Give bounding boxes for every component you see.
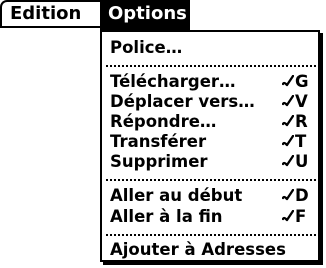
shortcut-key: F [295,207,307,226]
menu-separator [106,179,316,181]
menu-item-aller-a-la-fin[interactable]: Aller à la fin F [110,205,312,229]
menu-separator [106,65,316,67]
command-stroke-icon [282,189,294,201]
menu-item-label: Supprimer [110,152,208,171]
menu-item-shortcut: F [282,205,312,229]
menu-item-shortcut: U [282,150,312,174]
command-stroke-icon [282,135,294,147]
command-stroke-icon [282,210,294,222]
options-dropdown-menu: Police… Télécharger… G Déplacer vers… V … [100,30,320,262]
menu-item-ajouter-a-adresses[interactable]: Ajouter à Adresses [110,238,312,262]
dropdown-shadow-right [320,33,323,265]
command-stroke-icon [282,115,294,127]
menu-bar: Edition Options [0,0,326,30]
menu-item-police[interactable]: Police… [110,36,312,60]
command-stroke-icon [282,75,294,87]
menu-item-label: Police… [110,38,183,57]
command-stroke-icon [282,95,294,107]
menu-item-label: Ajouter à Adresses [110,240,286,259]
menu-item-supprimer[interactable]: Supprimer U [110,150,312,174]
menu-item-label: Aller à la fin [110,207,223,226]
menu-separator [106,234,316,236]
menu-edition[interactable]: Edition [0,0,100,30]
menu-options[interactable]: Options [100,0,190,30]
dropdown-shadow-bottom [103,262,323,265]
shortcut-key: U [295,152,309,171]
command-stroke-icon [282,155,294,167]
